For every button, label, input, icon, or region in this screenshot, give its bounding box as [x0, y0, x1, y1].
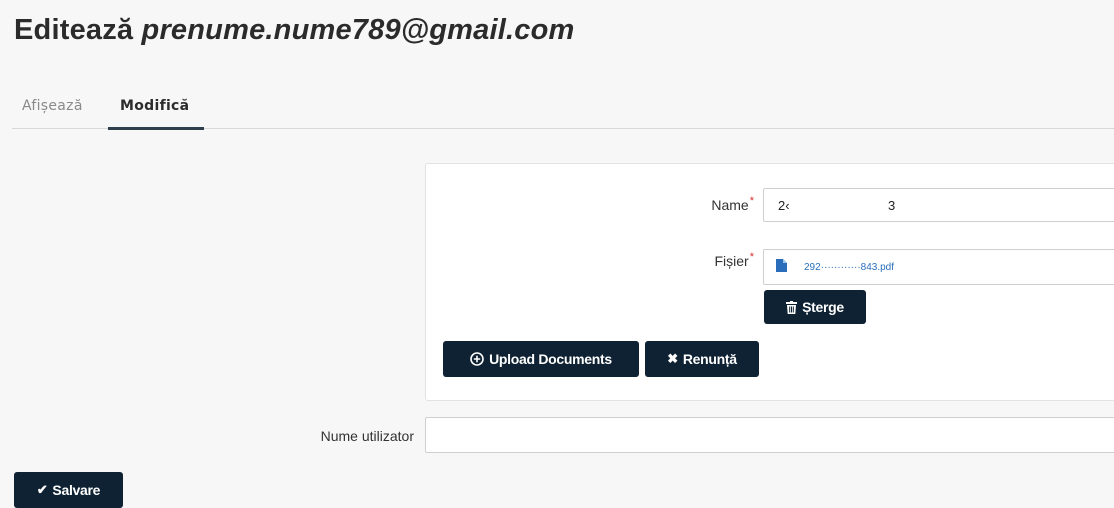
username-input[interactable] — [425, 417, 1114, 453]
tab-bar: Afișează Modifică — [12, 84, 1114, 130]
cancel-label: Renunță — [682, 351, 737, 367]
name-value-part1: 2‹ — [778, 198, 790, 213]
file-link[interactable]: 292············843.pdf — [804, 262, 894, 273]
page-title-prefix: Editează — [14, 14, 134, 46]
name-value-part2: 3 — [888, 198, 896, 213]
file-field: 292············843.pdf — [763, 249, 1114, 285]
tab-edit[interactable]: Modifică — [120, 98, 189, 114]
upload-documents-button[interactable]: Upload Documents — [443, 341, 639, 377]
upload-label: Upload Documents — [489, 351, 612, 367]
name-label-wrap: Name* — [606, 195, 754, 213]
check-icon: ✔ — [36, 482, 48, 497]
active-tab-indicator — [108, 127, 204, 130]
page-title: Editează prenume.nume789@gmail.com — [14, 14, 575, 47]
username-label: Nume utilizator — [320, 428, 414, 444]
tab-view[interactable]: Afișează — [22, 98, 83, 114]
page-title-email: prenume.nume789@gmail.com — [141, 14, 575, 46]
cancel-button[interactable]: ✖ Renunță — [645, 341, 759, 377]
file-label: Fișier — [714, 253, 749, 269]
file-icon — [776, 259, 787, 272]
save-label: Salvare — [52, 482, 101, 498]
document-upload-panel: Name* 2‹ 3 Fișier* 292············843.pd… — [425, 163, 1114, 401]
file-label-wrap: Fișier* — [606, 251, 754, 269]
circle-plus-icon — [470, 352, 484, 366]
close-icon: ✖ — [667, 351, 678, 366]
name-label: Name — [711, 197, 749, 213]
delete-file-button[interactable]: Șterge — [764, 290, 866, 324]
trash-icon — [786, 300, 798, 314]
required-marker: * — [749, 195, 754, 207]
save-button[interactable]: ✔ Salvare — [14, 472, 123, 508]
required-marker: * — [749, 251, 754, 263]
delete-label: Șterge — [802, 299, 844, 315]
name-input[interactable]: 2‹ 3 — [763, 188, 1114, 222]
